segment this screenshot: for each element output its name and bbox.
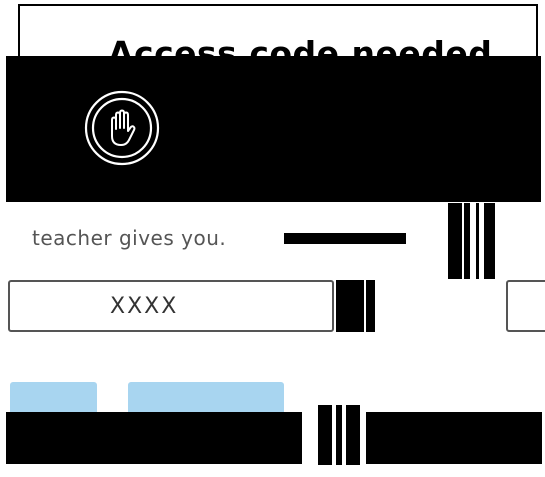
access-code-dialog: Access code needed teacher gives you. (0, 0, 545, 477)
raised-hand-icon (84, 90, 160, 166)
glitch-bar (476, 203, 479, 279)
glitch-block (366, 412, 542, 464)
glitch-bar (448, 203, 462, 279)
glitch-bar (366, 280, 375, 332)
instruction-redaction (284, 233, 406, 244)
continue-button[interactable] (128, 382, 284, 412)
glitch-block (6, 412, 302, 464)
glitch-block (346, 405, 360, 465)
glitch-bar (464, 203, 470, 279)
edit-button[interactable] (10, 382, 97, 412)
instruction-text: teacher gives you. (32, 226, 227, 250)
access-code-input[interactable] (8, 280, 334, 332)
secondary-field[interactable] (506, 280, 545, 332)
glitch-block (336, 405, 342, 465)
dialog-header: Access code needed (18, 4, 538, 56)
glitch-block (318, 405, 332, 465)
glitch-bar (484, 203, 495, 279)
glitch-bar (336, 280, 364, 332)
hero-banner (6, 56, 541, 202)
dialog-title: Access code needed (108, 34, 493, 56)
